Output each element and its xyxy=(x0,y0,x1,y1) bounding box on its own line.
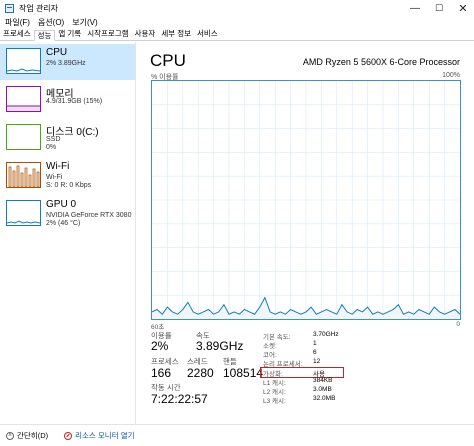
window-title: 작업 관리자 xyxy=(19,3,59,13)
sidebar-item-detail: Wi-Fi xyxy=(46,174,63,181)
chevron-up-icon[interactable]: ˄ xyxy=(6,431,14,440)
spec-value: 12 xyxy=(313,358,321,365)
graph-y-max: 100% xyxy=(442,72,460,79)
tab-startup[interactable]: 시작프로그램 xyxy=(84,29,131,40)
tab-bar: 프로세스 성능 앱 기록 시작프로그램 사용자 세부 정보 서비스 xyxy=(0,29,474,41)
maximize-button[interactable]: ☐ xyxy=(427,0,451,16)
task-manager-icon xyxy=(5,3,14,13)
sidebar-item-label: CPU xyxy=(46,47,68,58)
sidebar-item-detail: NVIDIA GeForce RTX 3080 xyxy=(46,212,132,219)
minimize-button[interactable]: — xyxy=(403,0,427,16)
cpu-utilization-graph xyxy=(151,80,461,320)
tab-details[interactable]: 세부 정보 xyxy=(158,29,194,40)
open-resource-monitor-link[interactable]: 리소스 모니터 열기 xyxy=(75,430,134,441)
footer: ˄ 간단히(D) 리소스 모니터 열기 xyxy=(0,424,474,446)
tab-users[interactable]: 사용자 xyxy=(132,29,159,40)
gpu-thumbnail xyxy=(6,200,41,226)
sidebar-item-cpu[interactable]: CPU 2% 3.89GHz xyxy=(0,44,135,80)
sidebar-item-label: GPU 0 xyxy=(46,199,77,210)
page-title: CPU xyxy=(150,51,186,70)
fewer-details-link[interactable]: 간단히(D) xyxy=(17,430,48,441)
tab-processes[interactable]: 프로세스 xyxy=(0,29,34,40)
tab-services[interactable]: 서비스 xyxy=(194,29,221,40)
menu-view[interactable]: 보기(V) xyxy=(72,17,97,28)
disk-thumbnail xyxy=(6,124,41,150)
processor-name: AMD Ryzen 5 5600X 6-Core Processor xyxy=(302,57,460,67)
threads-value: 2280 xyxy=(187,366,214,380)
speed-value: 3.89GHz xyxy=(196,339,244,353)
menu-options[interactable]: 옵션(O) xyxy=(38,17,64,28)
cpu-utilization-chart xyxy=(152,81,460,319)
cpu-detail-panel: CPU AMD Ryzen 5 5600X 6-Core Processor %… xyxy=(140,42,474,424)
spec-value: 3.0MB xyxy=(313,386,332,393)
uptime-value: 7:22:22:57 xyxy=(151,392,208,406)
sidebar-item-detail: S: 0 R: 0 Kbps xyxy=(46,182,92,189)
graph-x-right: 0 xyxy=(456,321,460,328)
sidebar-item-detail: 0% xyxy=(46,144,57,151)
sidebar-item-gpu[interactable]: GPU 0 NVIDIA GeForce RTX 3080 2% (46 °C) xyxy=(0,196,135,232)
cpu-thumbnail xyxy=(6,48,41,74)
sidebar-item-detail: SSD xyxy=(46,136,61,143)
resource-monitor-icon[interactable] xyxy=(64,431,73,440)
sidebar-item-wifi[interactable]: Wi-Fi Wi-Fi S: 0 R: 0 Kbps xyxy=(0,158,135,194)
sidebar-item-disk[interactable]: 디스크 0(C:) SSD 0% xyxy=(0,120,135,156)
title-bar: 작업 관리자 — ☐ ✕ xyxy=(0,0,474,16)
spec-value: 6 xyxy=(313,349,317,356)
utilization-value: 2% xyxy=(151,339,169,353)
memory-thumbnail xyxy=(6,86,41,112)
sidebar-item-detail: 4.9/31.9GB (15%) xyxy=(46,98,103,105)
sidebar-item-memory[interactable]: 메모리 4.9/31.9GB (15%) xyxy=(0,82,135,118)
menu-file[interactable]: 파일(F) xyxy=(5,17,30,28)
sidebar-item-detail: 2% (46 °C) xyxy=(46,220,81,227)
spec-value: 3.70GHz xyxy=(313,331,339,338)
tab-performance[interactable]: 성능 xyxy=(33,30,56,41)
menu-bar: 파일(F) 옵션(O) 보기(V) xyxy=(0,16,474,29)
wifi-thumbnail xyxy=(6,162,41,188)
spec-value: 32.0MB xyxy=(313,395,336,402)
close-button[interactable]: ✕ xyxy=(451,0,474,16)
processes-value: 166 xyxy=(151,366,172,380)
sidebar-item-detail: 2% 3.89GHz xyxy=(46,60,86,67)
sidebar-item-label: Wi-Fi xyxy=(46,161,70,172)
spec-value: 1 xyxy=(313,340,317,347)
spec-value: 384KB xyxy=(313,377,333,384)
spec-label: L3 캐시: xyxy=(263,398,286,405)
resource-sidebar: CPU 2% 3.89GHz 메모리 4.9/31.9GB (15%) 디스크 … xyxy=(0,42,136,424)
tab-app-history[interactable]: 앱 기록 xyxy=(55,29,84,40)
handles-value: 108514 xyxy=(223,366,264,380)
